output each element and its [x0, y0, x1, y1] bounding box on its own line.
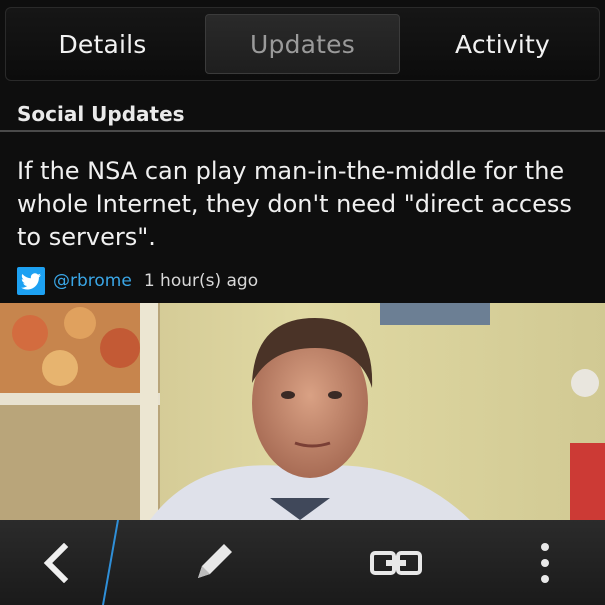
post-timestamp: 1 hour(s) ago [143, 271, 259, 291]
tab-updates[interactable]: Updates [205, 14, 400, 74]
bottom-action-bar [0, 520, 605, 605]
overflow-menu-button[interactable] [520, 532, 570, 594]
twitter-icon [17, 267, 45, 295]
author-handle-link[interactable]: @rbrome [53, 271, 132, 291]
tab-details[interactable]: Details [6, 15, 199, 73]
segmented-tab-bar: Details Updates Activity [5, 7, 600, 81]
post-text: If the NSA can play man-in-the-middle fo… [17, 157, 572, 251]
compose-button[interactable] [175, 532, 250, 594]
post-meta: @rbrome 1 hour(s) ago [17, 266, 258, 296]
section-header: Social Updates [0, 90, 605, 132]
divider-slash [102, 520, 119, 605]
pencil-icon [197, 544, 232, 578]
tab-activity[interactable]: Activity [406, 15, 599, 73]
section-title: Social Updates [17, 102, 185, 126]
link-icon [369, 551, 422, 575]
link-button[interactable] [358, 532, 433, 594]
back-button[interactable] [18, 538, 93, 588]
overflow-menu-icon [541, 543, 549, 583]
back-chevron-icon [43, 543, 68, 583]
video-thumbnail-image [0, 303, 605, 520]
post-image[interactable] [0, 303, 605, 520]
